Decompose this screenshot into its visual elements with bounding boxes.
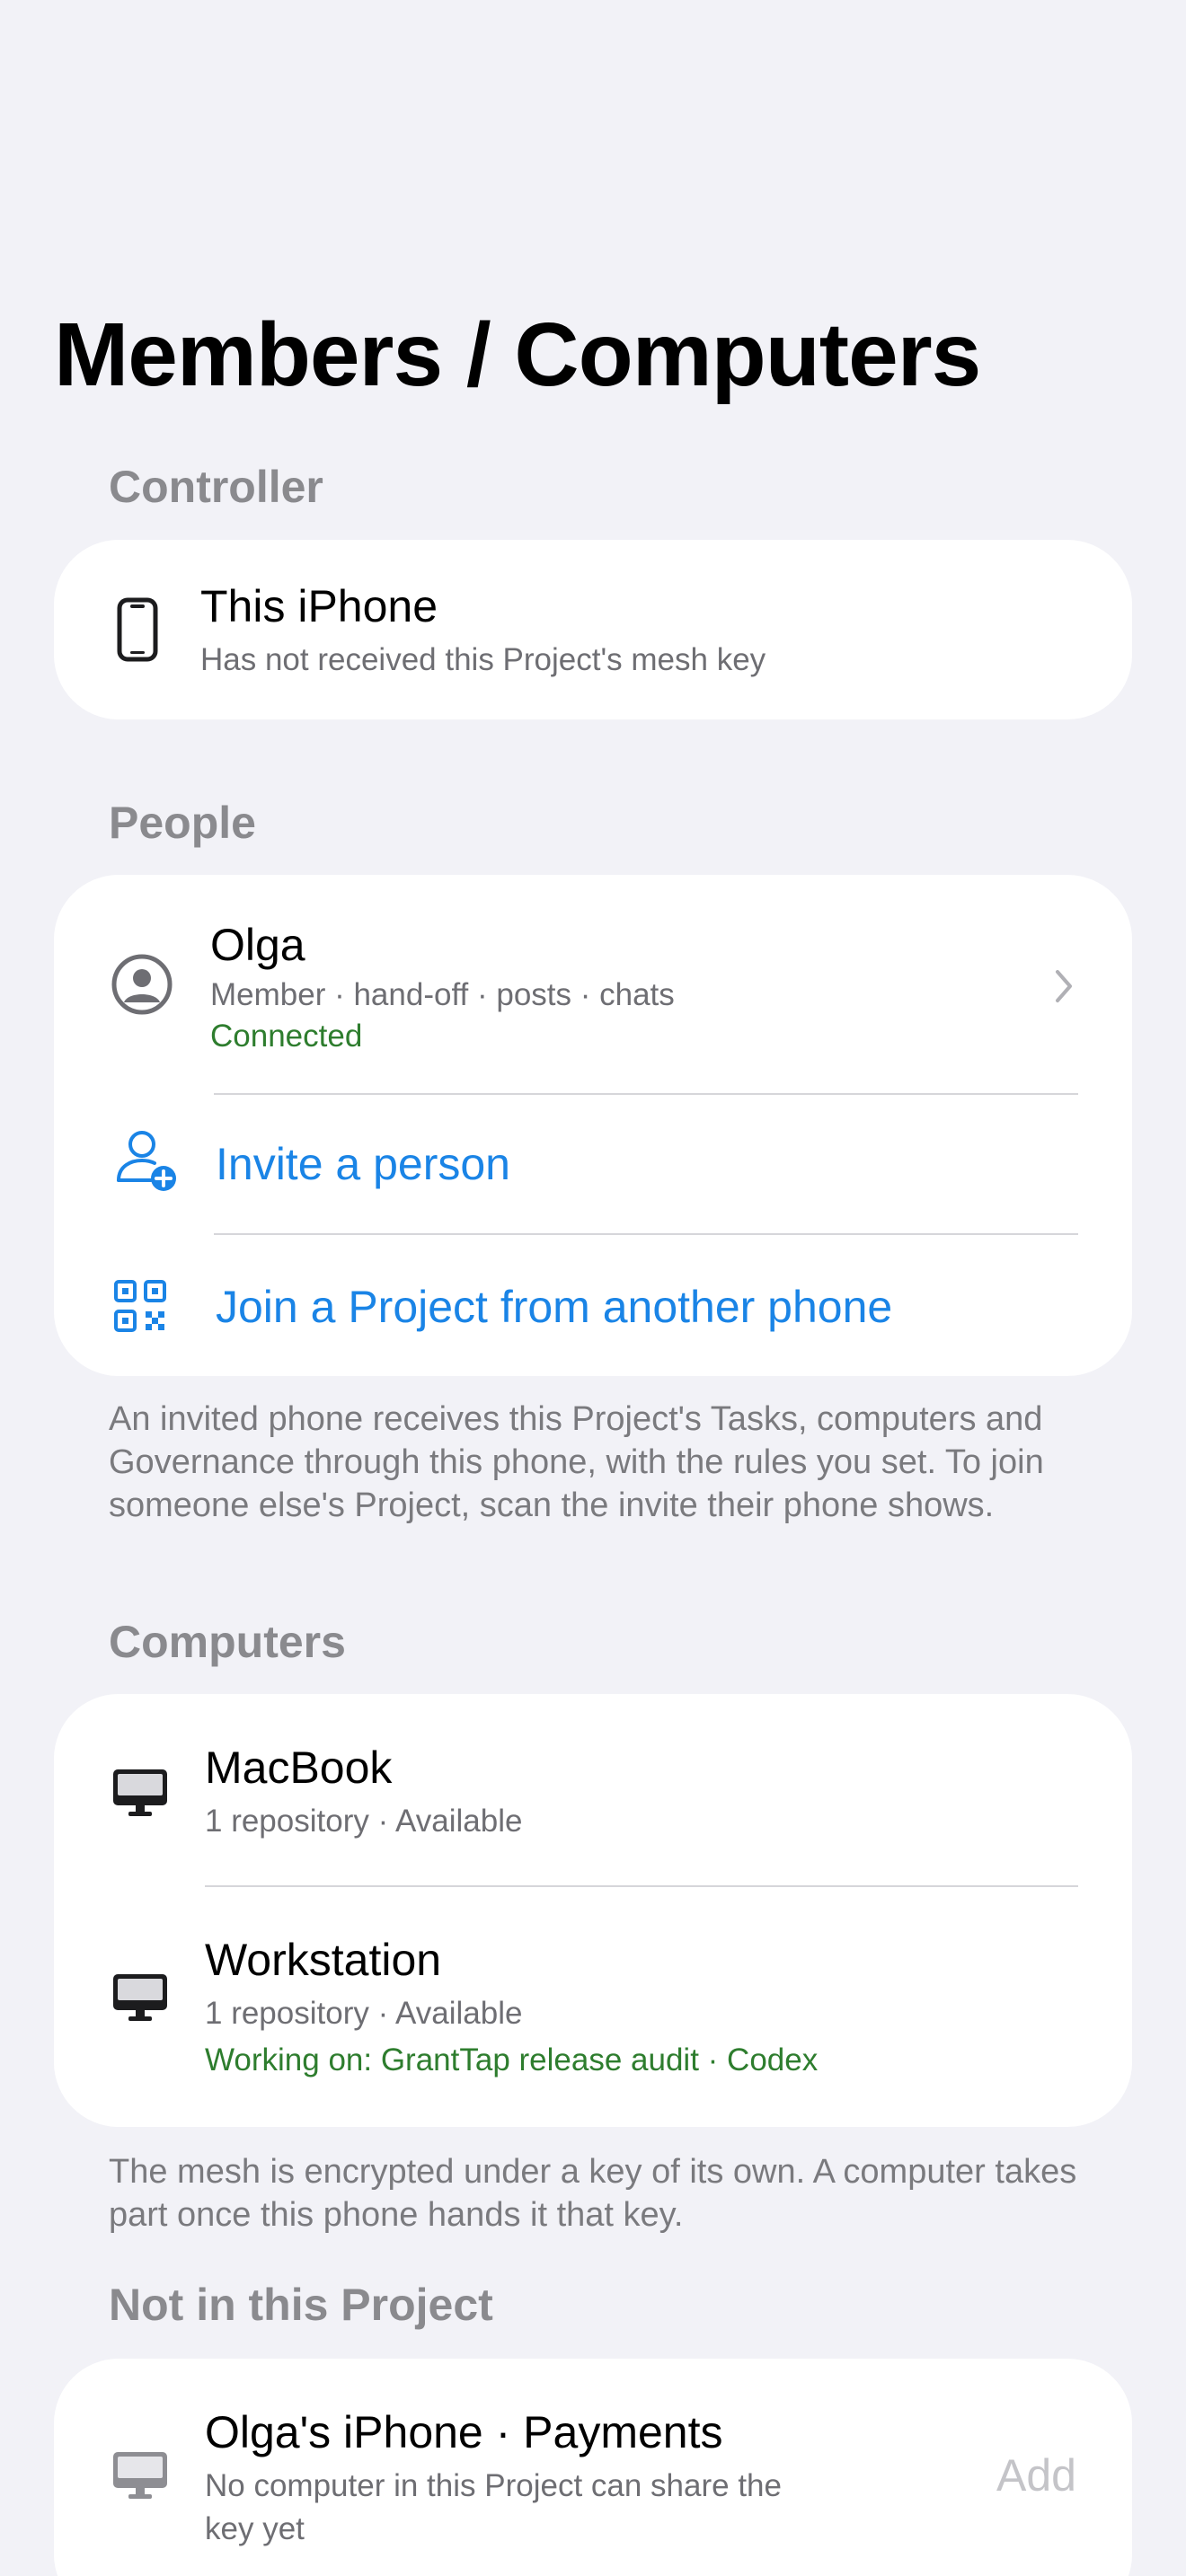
device-detail-line2: key yet <box>205 2511 305 2546</box>
invite-person-row[interactable]: Invite a person <box>54 1094 1132 1234</box>
people-card: Olga Member · hand-off · posts · chats C… <box>54 875 1132 1376</box>
desktop-computer-icon <box>113 1769 167 1816</box>
person-circle-icon <box>111 954 173 1015</box>
computers-card: MacBook 1 repository · Available Worksta… <box>54 1694 1132 2127</box>
section-header-not-in-project: Not in this Project <box>109 2280 493 2330</box>
member-row-olga[interactable]: Olga Member · hand-off · posts · chats C… <box>54 875 1132 1094</box>
add-device-button[interactable]: Add <box>996 2448 1076 2502</box>
computer-detail: 1 repository · Available <box>205 1996 523 2031</box>
qr-code-icon <box>114 1280 166 1332</box>
member-roles: Member · hand-off · posts · chats <box>210 977 675 1012</box>
join-project-row[interactable]: Join a Project from another phone <box>54 1234 1132 1376</box>
join-project-link: Join a Project from another phone <box>216 1282 893 1332</box>
computer-row-workstation[interactable]: Workstation 1 repository · Available Wor… <box>54 1886 1132 2127</box>
member-name: Olga <box>210 920 305 970</box>
computer-name: Workstation <box>205 1935 442 1985</box>
person-add-icon <box>117 1131 176 1191</box>
chevron-right-icon <box>1056 970 1072 1002</box>
not-in-project-card: Olga's iPhone · Payments No computer in … <box>54 2359 1132 2576</box>
computer-row-macbook[interactable]: MacBook 1 repository · Available <box>54 1694 1132 1886</box>
device-row-olgas-iphone: Olga's iPhone · Payments No computer in … <box>54 2359 1132 2576</box>
computer-name: MacBook <box>205 1742 393 1793</box>
invite-person-link: Invite a person <box>216 1139 510 1189</box>
controller-card: This iPhone Has not received this Projec… <box>54 540 1132 719</box>
controller-device-status: Has not received this Project's mesh key <box>200 642 766 677</box>
iphone-icon <box>117 597 158 662</box>
computer-working-status: Working on: GrantTap release audit · Cod… <box>205 2042 819 2078</box>
people-footer-text: An invited phone receives this Project's… <box>109 1400 1044 1524</box>
member-status: Connected <box>210 1019 363 1054</box>
section-header-computers: Computers <box>109 1617 346 1667</box>
members-computers-screen: Members / Computers Controller This iPho… <box>0 0 1186 2576</box>
desktop-computer-icon <box>113 1974 167 2021</box>
desktop-computer-icon <box>113 2452 167 2499</box>
computer-detail: 1 repository · Available <box>205 1804 523 1839</box>
device-detail-line1: No computer in this Project can share th… <box>205 2468 782 2503</box>
section-header-controller: Controller <box>109 462 323 512</box>
controller-device-row: This iPhone Has not received this Projec… <box>54 540 1132 719</box>
page-title: Members / Computers <box>54 304 981 405</box>
device-name: Olga's iPhone · Payments <box>205 2407 723 2457</box>
computers-footer-text: The mesh is encrypted under a key of its… <box>109 2153 1077 2234</box>
controller-device-name: This iPhone <box>200 581 438 631</box>
section-header-people: People <box>109 798 256 848</box>
